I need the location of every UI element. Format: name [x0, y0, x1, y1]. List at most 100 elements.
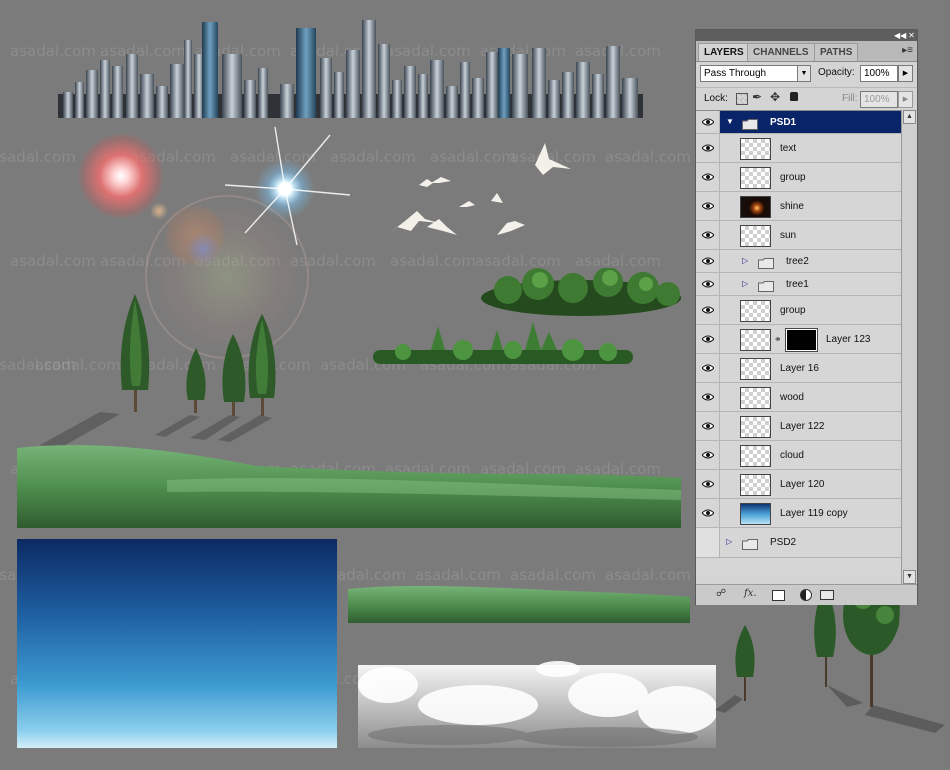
folder-icon: [758, 256, 774, 269]
folder-icon: [742, 117, 758, 130]
blend-mode-value: Pass Through: [704, 68, 767, 79]
visibility-eye-icon[interactable]: [696, 325, 720, 353]
tree-grove-image: [481, 268, 681, 316]
visibility-eye-icon[interactable]: [696, 134, 720, 162]
visibility-eye-icon[interactable]: [696, 441, 720, 469]
city-skyline-image: [58, 20, 643, 118]
opacity-arrow-button[interactable]: ▶: [898, 65, 913, 82]
visibility-eye-icon[interactable]: [696, 273, 720, 295]
layer-thumbnail: [740, 415, 771, 438]
layer-row[interactable]: ▷ tree2: [696, 250, 901, 273]
close-panel-icon[interactable]: ✕: [906, 30, 917, 41]
lock-label: Lock:: [704, 93, 728, 104]
lock-all-icon[interactable]: [790, 92, 798, 101]
lock-move-icon[interactable]: ✥: [770, 90, 780, 104]
layers-scrollbar[interactable]: ▲ ▼: [901, 110, 917, 584]
scroll-up-icon[interactable]: ▲: [903, 110, 916, 124]
visibility-eye-icon[interactable]: [696, 192, 720, 220]
layer-row[interactable]: ⚭ Layer 123: [696, 325, 901, 354]
fill-value: 100%: [864, 94, 890, 105]
layer-name: PSD2: [770, 537, 797, 548]
grass-hill-image: [17, 445, 681, 528]
tab-layers[interactable]: LAYERS: [698, 43, 750, 61]
layer-name: text: [780, 142, 797, 154]
fill-arrow-button[interactable]: ▶: [898, 91, 913, 108]
folder-icon: [758, 279, 774, 292]
layer-row[interactable]: Layer 16: [696, 354, 901, 383]
tab-channels[interactable]: CHANNELS: [747, 43, 815, 61]
clouds-image: [358, 661, 716, 748]
lock-options-row: Lock: ✒ ✥ Fill: 100% ▶: [696, 87, 917, 110]
sun-star-flare: [225, 126, 351, 246]
visibility-eye-icon[interactable]: [696, 499, 720, 527]
layer-row[interactable]: cloud: [696, 441, 901, 470]
layer-name: Layer 120: [780, 478, 825, 490]
layer-row[interactable]: wood: [696, 383, 901, 412]
layer-row[interactable]: text: [696, 134, 901, 163]
layer-name: sun: [780, 229, 797, 241]
expand-right-icon[interactable]: ▷: [742, 256, 748, 265]
layer-thumbnail: [740, 328, 771, 351]
visibility-eye-icon[interactable]: [696, 528, 720, 557]
watermark-text: asadal.com: [510, 566, 596, 584]
visibility-eye-icon[interactable]: [696, 296, 720, 324]
layer-row[interactable]: group: [696, 163, 901, 192]
layer-name: wood: [780, 391, 804, 403]
tree-line-image: [373, 322, 633, 364]
collapse-panel-icon[interactable]: ◀◀: [894, 30, 906, 41]
visibility-eye-icon[interactable]: [696, 163, 720, 191]
visibility-eye-icon[interactable]: [696, 412, 720, 440]
new-group-icon[interactable]: [820, 590, 834, 600]
layer-row[interactable]: Layer 119 copy: [696, 499, 901, 528]
visibility-eye-icon[interactable]: [696, 111, 720, 133]
chevron-down-icon[interactable]: ▼: [797, 66, 810, 81]
scroll-down-icon[interactable]: ▼: [903, 570, 916, 584]
layer-row[interactable]: sun: [696, 221, 901, 250]
expand-right-icon[interactable]: ▷: [726, 537, 732, 546]
small-flare: [150, 202, 168, 220]
layer-name: tree2: [786, 255, 809, 267]
watermark-text: asadal.com: [415, 566, 501, 584]
layer-row[interactable]: Layer 122: [696, 412, 901, 441]
layer-name: tree1: [786, 278, 809, 290]
panel-bottom-toolbar: ☍ fx.: [696, 584, 917, 605]
visibility-eye-icon[interactable]: [696, 383, 720, 411]
link-layers-icon[interactable]: ☍: [716, 588, 726, 602]
layer-name: Layer 119 copy: [780, 507, 848, 519]
blend-mode-select[interactable]: Pass Through ▼: [700, 65, 811, 82]
layer-row[interactable]: group: [696, 296, 901, 325]
panel-menu-icon[interactable]: ▸≡: [902, 45, 913, 56]
expand-down-icon[interactable]: ▼: [726, 117, 734, 126]
blend-options-row: Pass Through ▼ Opacity: 100% ▶: [696, 62, 917, 84]
layer-row[interactable]: Layer 120: [696, 470, 901, 499]
visibility-eye-icon[interactable]: [696, 221, 720, 249]
layer-name: Layer 123: [826, 333, 871, 345]
document-canvas[interactable]: asadal.com asadal.com asadal.com asadal.com…: [0, 0, 950, 770]
visibility-eye-icon[interactable]: [696, 250, 720, 272]
layer-row[interactable]: ▷ tree1: [696, 273, 901, 296]
blue-flare: [186, 232, 220, 266]
panel-title-bar[interactable]: ◀◀ ✕: [696, 30, 917, 41]
layer-row[interactable]: ▷ PSD2: [696, 528, 901, 558]
adjustment-layer-icon[interactable]: [800, 589, 812, 601]
layer-mask-thumbnail[interactable]: [785, 327, 818, 352]
layers-panel[interactable]: ◀◀ ✕ LAYERS CHANNELS PATHS ▸≡ Pass Throu…: [695, 29, 918, 605]
fx-icon[interactable]: fx.: [744, 588, 757, 602]
opacity-field[interactable]: 100%: [860, 65, 898, 82]
grass-strip-image: [348, 585, 690, 623]
layer-thumbnail: [740, 195, 771, 218]
layer-row[interactable]: ▼ PSD1: [696, 111, 901, 134]
visibility-eye-icon[interactable]: [696, 354, 720, 382]
layer-row[interactable]: shine: [696, 192, 901, 221]
watermark-text: asadal.com: [10, 252, 96, 270]
layer-thumbnail: [740, 137, 771, 160]
fill-field[interactable]: 100%: [860, 91, 898, 108]
expand-right-icon[interactable]: ▷: [742, 279, 748, 288]
tab-paths[interactable]: PATHS: [814, 43, 859, 61]
lock-brush-icon[interactable]: ✒: [752, 90, 762, 104]
mask-icon[interactable]: [772, 590, 785, 601]
visibility-eye-icon[interactable]: [696, 470, 720, 498]
lock-transparency-icon[interactable]: [736, 93, 748, 105]
layers-list[interactable]: ▼ PSD1 text group shine sun ▷ tree2 ▷ tree1 group ⚭…: [696, 110, 901, 577]
mask-link-icon[interactable]: ⚭: [774, 334, 782, 345]
